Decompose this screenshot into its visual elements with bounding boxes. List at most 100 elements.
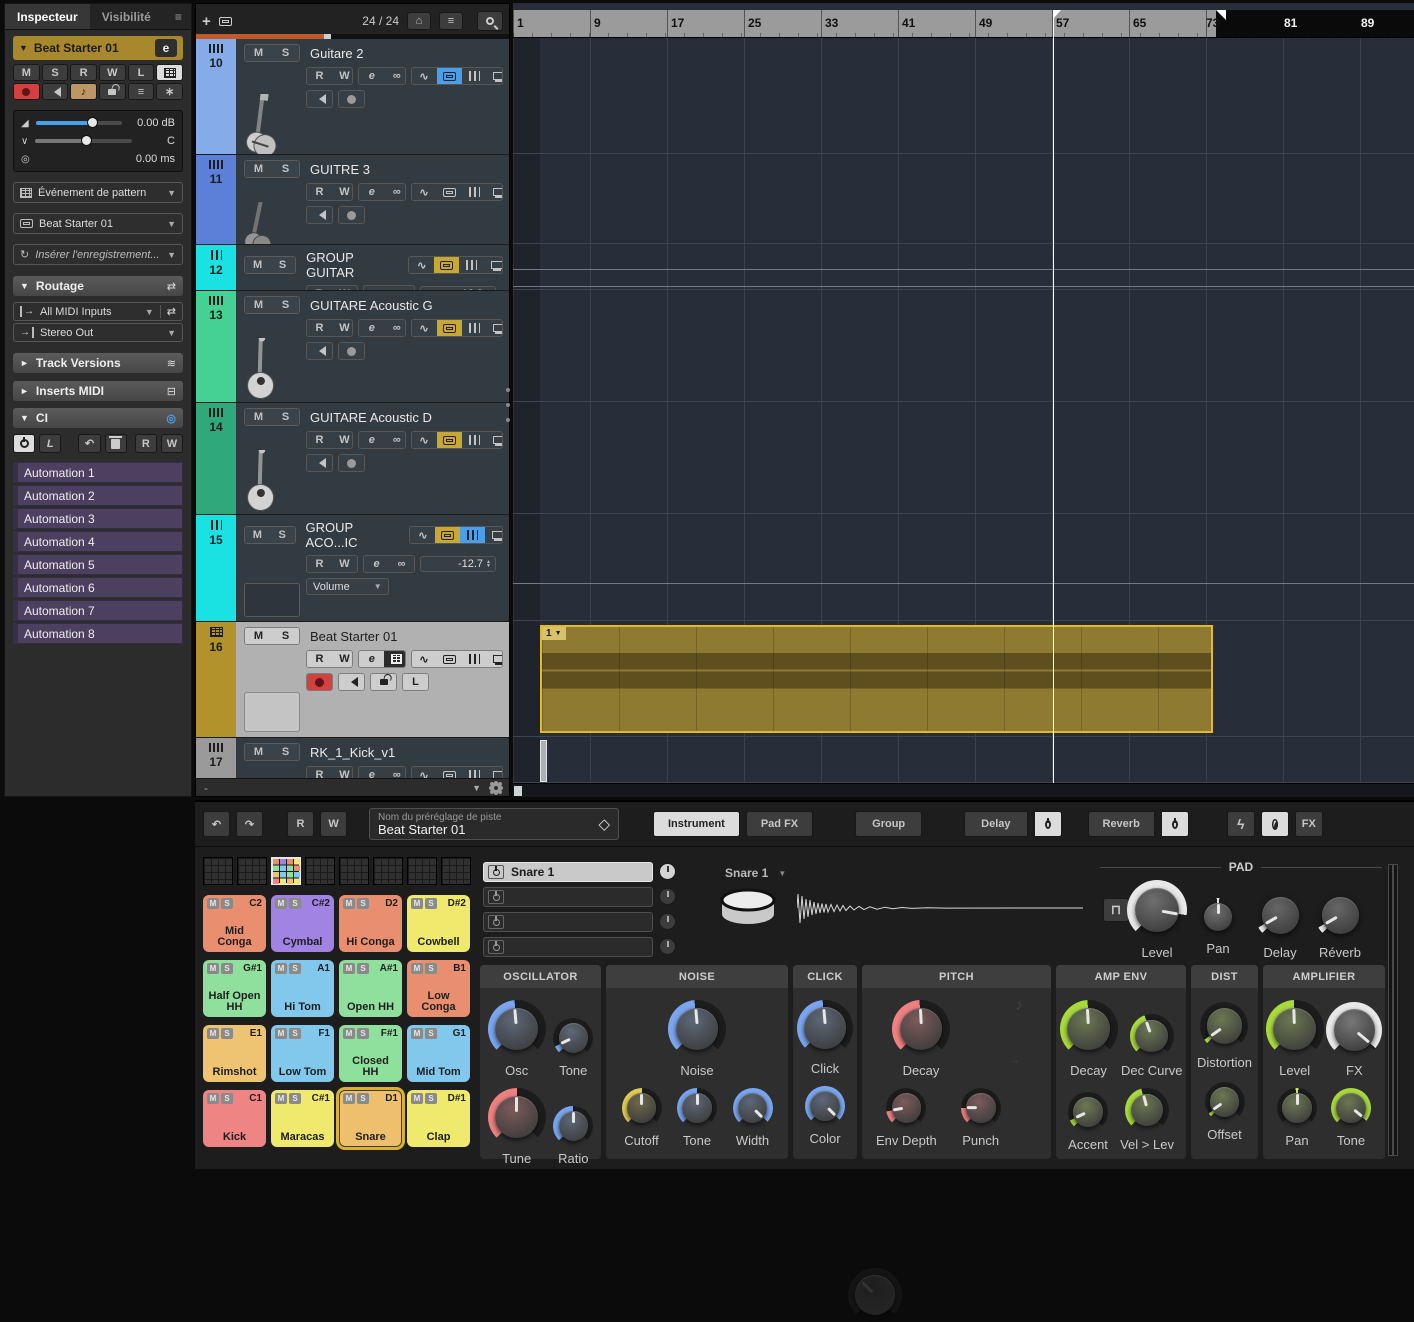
edit-button[interactable]: e xyxy=(359,184,384,200)
pad-clap[interactable]: MSD#1Clap xyxy=(407,1090,470,1147)
pad-bank-7[interactable] xyxy=(407,857,437,885)
pattern-event-beat-starter[interactable]: 1▼ xyxy=(540,625,1213,733)
edit-button[interactable]: e xyxy=(359,68,384,84)
automation-icon[interactable]: ∿ xyxy=(410,527,435,543)
reverb-power-button[interactable] xyxy=(1161,811,1189,837)
mixer-icon[interactable] xyxy=(462,651,487,667)
pad-bank-1[interactable] xyxy=(203,857,233,885)
monitor-button[interactable] xyxy=(307,343,332,359)
solo-button[interactable]: S xyxy=(270,527,295,543)
automation-item-3[interactable]: Automation 3 xyxy=(13,508,183,529)
horizontal-scrollbar[interactable] xyxy=(513,783,1414,797)
monitor-icon[interactable] xyxy=(487,320,504,336)
input-transform-icon[interactable]: ⇄ xyxy=(160,305,176,318)
pad-maracas[interactable]: MSC#1Maracas xyxy=(271,1090,334,1147)
track-color-strip[interactable]: 17 xyxy=(196,738,236,779)
read-button[interactable]: R xyxy=(307,68,332,84)
mixer-icon[interactable] xyxy=(462,68,487,84)
pad-level-knob[interactable] xyxy=(1127,880,1187,940)
record-enable-button[interactable] xyxy=(339,455,364,471)
track-row-guitare-acoustic-g[interactable]: 13 MSGUITARE Acoustic G RW e∞ ∿ xyxy=(196,291,509,403)
automation-icon[interactable]: ∿ xyxy=(412,320,437,336)
track-list-mode-button[interactable]: ≡ xyxy=(439,12,463,30)
layer-knob-1[interactable] xyxy=(659,863,676,880)
pad-hi-conga[interactable]: MSD2Hi Conga xyxy=(339,895,402,952)
mixer-icon[interactable] xyxy=(460,527,485,543)
write-button[interactable]: W xyxy=(332,286,357,290)
monitor-icon[interactable] xyxy=(484,257,503,273)
edit-button[interactable]: e xyxy=(364,556,389,572)
track-preset-button[interactable] xyxy=(219,17,232,26)
automation-param-dropdown[interactable]: Volume▼ xyxy=(306,578,389,595)
sample-name-dropdown[interactable]: Snare 1▼ xyxy=(725,866,845,880)
track-row-group-acoustic[interactable]: 15 MSGROUP ACO...IC ∿ RW e∞ -12.7▲▼ Volu… xyxy=(196,515,509,622)
ci-section-header[interactable]: ▼ CI ◎ xyxy=(13,408,183,428)
solo-button[interactable]: S xyxy=(272,628,299,644)
pad-delay-knob[interactable] xyxy=(1255,890,1305,940)
gear-icon[interactable] xyxy=(491,783,501,793)
pad-cymbal[interactable]: MSC#2Cymbal xyxy=(271,895,334,952)
undo-button[interactable]: ↶ xyxy=(203,811,230,837)
pad-low-tom[interactable]: MSF1Low Tom xyxy=(271,1025,334,1082)
read-button[interactable]: R xyxy=(307,432,332,448)
pattern-name-dropdown[interactable]: Beat Starter 01▼ xyxy=(13,213,183,234)
amp-tone-knob[interactable] xyxy=(1331,1088,1371,1128)
write-button[interactable]: W xyxy=(332,184,353,200)
automation-icon[interactable]: ∿ xyxy=(412,432,437,448)
pad-bank-2[interactable] xyxy=(237,857,267,885)
track-title-bar[interactable]: ▼ Beat Starter 01 e xyxy=(13,36,183,60)
color-knob[interactable] xyxy=(805,1086,845,1126)
pad-mid-tom[interactable]: MSG1Mid Tom xyxy=(407,1025,470,1082)
ratio-knob[interactable] xyxy=(553,1106,593,1146)
inspector-menu-icon[interactable]: ≡ xyxy=(163,4,194,29)
track-row-guitare-acoustic-d[interactable]: 14 MSGUITARE Acoustic D RW e∞ ∿ xyxy=(196,403,509,515)
offset-knob[interactable] xyxy=(1205,1082,1245,1122)
pad-bank-6[interactable] xyxy=(373,857,403,885)
mute-button[interactable]: M xyxy=(245,527,270,543)
redo-button[interactable]: ↷ xyxy=(236,811,263,837)
pad-bank-4[interactable] xyxy=(305,857,335,885)
audio-event-kick[interactable] xyxy=(540,740,547,782)
instrument-icon[interactable] xyxy=(437,651,462,667)
insert-record-dropdown[interactable]: ↻ Insérer l'enregistrement...▼ xyxy=(13,244,183,265)
instrument-icon[interactable] xyxy=(435,527,460,543)
write-automation-button[interactable]: W xyxy=(320,811,347,837)
delay-button[interactable]: Delay xyxy=(964,811,1027,837)
pattern-event-chip[interactable]: 1▼ xyxy=(542,627,566,640)
automation-lane-box[interactable] xyxy=(244,583,300,617)
chevron-down-icon[interactable]: ▼ xyxy=(472,783,481,793)
track-row-guitre-3[interactable]: 11 MSGUITRE 3 RW e∞ ∿ xyxy=(196,155,509,245)
cutoff-knob[interactable] xyxy=(622,1088,662,1128)
find-track-button[interactable] xyxy=(477,11,503,31)
read-button[interactable]: R xyxy=(307,556,332,572)
ci-read-button[interactable]: R xyxy=(135,434,157,453)
write-button[interactable]: W xyxy=(332,320,353,336)
distortion-knob[interactable] xyxy=(1200,1002,1248,1050)
read-button[interactable]: R xyxy=(307,184,332,200)
edit-button[interactable]: e xyxy=(359,651,384,667)
amp-decay-knob[interactable] xyxy=(1060,1000,1118,1058)
playhead-cursor[interactable] xyxy=(1053,10,1054,783)
track-name[interactable]: GROUP GUITAR xyxy=(306,250,398,280)
width-knob[interactable] xyxy=(733,1088,773,1128)
arrange-grid[interactable]: 1▼ xyxy=(513,38,1414,783)
pattern-grid-button[interactable] xyxy=(384,651,405,667)
instrument-icon[interactable] xyxy=(437,320,462,336)
pad-pan-knob[interactable] xyxy=(1199,898,1237,936)
pad-rimshot[interactable]: MSE1Rimshot xyxy=(203,1025,266,1082)
ci-write-button[interactable]: W xyxy=(161,434,183,453)
pad-open-hh[interactable]: MSA#1Open HH xyxy=(339,960,402,1017)
pad-snare-selected[interactable]: MSD1Snare xyxy=(339,1090,402,1147)
read-button[interactable]: R xyxy=(307,286,332,290)
write-button[interactable]: W xyxy=(332,68,353,84)
tab-inspecteur[interactable]: Inspecteur xyxy=(5,4,90,29)
project-end-marker[interactable] xyxy=(1216,10,1226,20)
layer-slot-1[interactable]: Snare 1 xyxy=(483,862,653,882)
osc-tone-knob[interactable] xyxy=(553,1018,593,1058)
automation-item-2[interactable]: Automation 2 xyxy=(13,485,183,506)
layer-knob-2[interactable] xyxy=(659,888,676,905)
routing-section-header[interactable]: ▼ Routage ⇄ xyxy=(13,276,183,296)
pattern-preview-box[interactable] xyxy=(244,692,300,732)
track-row-rk1-kick[interactable]: 17 MSRK_1_Kick_v1 RW e∞ ∿ xyxy=(196,738,509,780)
pad-reverb-knob[interactable] xyxy=(1315,890,1365,940)
